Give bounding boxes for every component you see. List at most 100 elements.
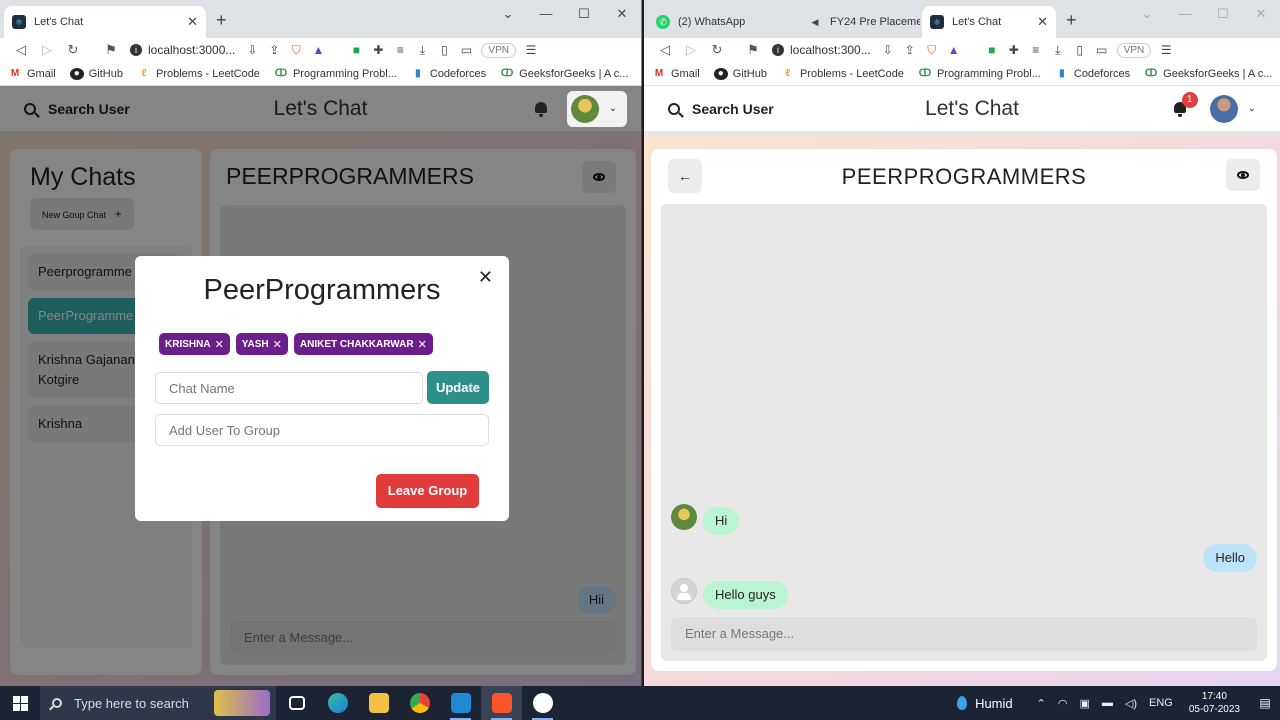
bookmark-codeforces[interactable]: ▮ Codeforces	[411, 68, 486, 80]
add-user-input[interactable]: Add User To Group	[155, 414, 489, 446]
playlist-icon[interactable]: ≡	[1025, 43, 1047, 57]
vpn-button[interactable]: VPN	[1116, 42, 1152, 58]
tab-lets-chat[interactable]: ⚛ Let's Chat ✕	[922, 6, 1056, 38]
address-bar[interactable]: i localhost:300...	[766, 40, 877, 60]
task-view-icon[interactable]	[276, 686, 317, 720]
notification-center-icon[interactable]: ▤	[1250, 696, 1280, 710]
install-icon[interactable]: ⇩	[877, 43, 899, 57]
tab-whatsapp[interactable]: ✆ (2) WhatsApp	[648, 6, 788, 38]
downloads-icon[interactable]: ⤓	[1047, 43, 1069, 58]
downloads-icon[interactable]: ⤓	[411, 43, 433, 58]
chevron-down-icon[interactable]: ⌄	[1128, 6, 1166, 22]
playlist-icon[interactable]: ≡	[389, 43, 411, 57]
extensions-icon[interactable]: ✚	[1003, 43, 1025, 57]
close-tab-icon[interactable]: ✕	[181, 14, 198, 30]
bookmark-icon[interactable]: ⚑	[98, 42, 124, 58]
share-icon[interactable]: ⇪	[263, 43, 285, 57]
bookmark-leetcode[interactable]: ℓ Problems - LeetCode	[137, 68, 260, 80]
bookmark-geeksforgeeks[interactable]: ↀ GeeksforGeeks | A c...	[1144, 68, 1272, 80]
brave-icon[interactable]	[481, 686, 522, 720]
reload-icon[interactable]: ↻	[60, 42, 86, 58]
chrome-icon[interactable]	[399, 686, 440, 720]
close-icon[interactable]: ✕	[478, 267, 493, 288]
remove-member-icon[interactable]: ✕	[273, 338, 282, 351]
taskbar-search[interactable]: Type here to search	[40, 686, 276, 720]
bookmark-github[interactable]: ● GitHub	[69, 67, 123, 80]
maximize-button[interactable]: ☐	[565, 6, 603, 22]
gfg-icon: ↀ	[918, 68, 932, 79]
bell-icon[interactable]: 1	[1172, 91, 1198, 117]
menu-icon[interactable]: ☰	[520, 43, 542, 57]
vpn-button[interactable]: VPN	[481, 42, 516, 58]
bookmark-geeksforgeeks[interactable]: ↀ GeeksforGeeks | A c...	[500, 68, 628, 80]
gmail-icon: M	[10, 68, 20, 79]
extensions-icon[interactable]: ✚	[367, 43, 389, 57]
bookmark-icon[interactable]: ⚑	[740, 42, 766, 58]
weather-widget[interactable]: Humid	[957, 696, 1013, 711]
profile-menu-button[interactable]: ⌄	[566, 90, 627, 127]
view-details-button[interactable]	[1226, 159, 1260, 191]
install-icon[interactable]: ⇩	[241, 43, 263, 57]
bookmark-codeforces[interactable]: ▮ Codeforces	[1055, 68, 1130, 80]
search-user-button[interactable]: Search User	[658, 95, 784, 123]
message-input[interactable]: Enter a Message...	[671, 617, 1257, 651]
back-button[interactable]: ←	[668, 159, 702, 193]
maximize-button[interactable]: ☐	[1204, 6, 1242, 22]
battery-icon[interactable]: ▬	[1102, 697, 1113, 709]
bookmark-github[interactable]: ● GitHub	[713, 67, 767, 80]
close-window-button[interactable]: ✕	[603, 6, 641, 22]
search-user-label: Search User	[692, 100, 774, 117]
reload-icon[interactable]: ↻	[704, 42, 730, 58]
leave-group-button[interactable]: Leave Group	[376, 474, 479, 508]
clock[interactable]: 17:40 05-07-2023	[1189, 690, 1240, 716]
tab-fy24[interactable]: ◀ FY24 Pre Placement	[800, 6, 920, 38]
wifi-icon[interactable]: ◠	[1058, 697, 1068, 710]
file-explorer-icon[interactable]	[358, 686, 399, 720]
address-bar[interactable]: i localhost:3000...	[124, 40, 241, 60]
gfg-icon: ↀ	[274, 68, 288, 79]
language-indicator[interactable]: ENG	[1149, 697, 1173, 709]
chevron-down-icon[interactable]: ⌄	[489, 6, 527, 22]
extension-green-icon[interactable]: ■	[981, 43, 1003, 57]
chat-name-input[interactable]: Chat Name	[155, 371, 423, 404]
brave-rewards-icon[interactable]: ▲	[943, 43, 965, 57]
bookmark-leetcode[interactable]: ℓ Problems - LeetCode	[781, 68, 904, 80]
close-window-button[interactable]: ✕	[1242, 6, 1280, 22]
bookmark-gmail[interactable]: M Gmail	[8, 68, 56, 80]
brave-shield-icon[interactable]: ⛉	[285, 43, 307, 58]
remove-member-icon[interactable]: ✕	[418, 338, 427, 351]
forward-icon[interactable]: ▷	[34, 42, 60, 58]
extension-green-icon[interactable]: ■	[345, 43, 367, 57]
brave-shield-icon[interactable]: ⛉	[921, 43, 943, 58]
minimize-button[interactable]: —	[527, 6, 565, 22]
chevron-up-icon[interactable]: ⌃	[1037, 697, 1046, 710]
windows-start-icon[interactable]	[0, 686, 40, 720]
back-icon[interactable]: ◁	[652, 42, 678, 58]
forward-icon[interactable]: ▷	[678, 42, 704, 58]
back-icon[interactable]: ◁	[8, 42, 34, 58]
bell-icon[interactable]	[533, 101, 549, 117]
close-tab-icon[interactable]: ✕	[1031, 14, 1048, 30]
sidebar-icon[interactable]: ▯	[433, 43, 455, 57]
vscode-icon[interactable]	[440, 686, 481, 720]
wallet-icon[interactable]: ▭	[455, 43, 477, 57]
network-icon[interactable]: ▣	[1079, 697, 1089, 710]
bookmark-gfg-programming[interactable]: ↀ Programming Probl...	[274, 68, 397, 80]
update-button[interactable]: Update	[427, 371, 489, 404]
app-icon[interactable]	[522, 686, 563, 720]
edge-icon[interactable]	[317, 686, 358, 720]
new-tab-button[interactable]: +	[216, 10, 227, 31]
new-tab-button[interactable]: +	[1066, 10, 1077, 31]
wallet-icon[interactable]: ▭	[1091, 43, 1113, 57]
remove-member-icon[interactable]: ✕	[215, 338, 224, 351]
bookmark-gfg-programming[interactable]: ↀ Programming Probl...	[918, 68, 1041, 80]
minimize-button[interactable]: —	[1166, 6, 1204, 22]
bookmark-gmail[interactable]: M Gmail	[652, 68, 700, 80]
tab-lets-chat[interactable]: ⚛ Let's Chat ✕	[4, 6, 206, 38]
profile-menu-button[interactable]: ⌄	[1205, 90, 1266, 127]
volume-icon[interactable]: ◁)	[1125, 697, 1137, 710]
brave-rewards-icon[interactable]: ▲	[307, 43, 329, 57]
sidebar-icon[interactable]: ▯	[1069, 43, 1091, 57]
share-icon[interactable]: ⇪	[899, 43, 921, 57]
menu-icon[interactable]: ☰	[1155, 43, 1177, 57]
